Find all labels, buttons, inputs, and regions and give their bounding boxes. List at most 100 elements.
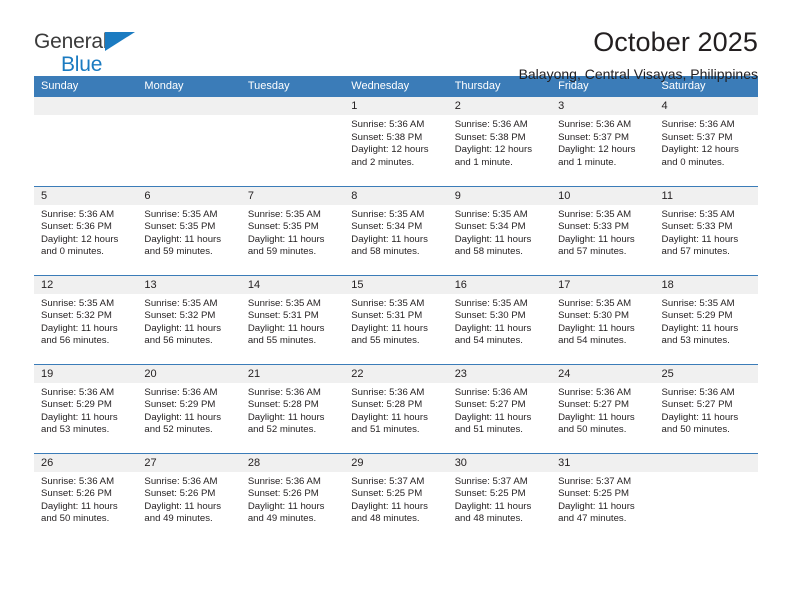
calendar-day-cell[interactable]: 11 Sunrise: 5:35 AM Sunset: 5:33 PM Dayligh… — [654, 185, 758, 275]
daylight-duration-line2: and 52 minutes. — [144, 424, 213, 436]
calendar-day-cell[interactable]: 3 Sunrise: 5:36 AM Sunset: 5:37 PM Daylight… — [551, 97, 655, 186]
calendar-day-cell[interactable]: 26 Sunrise: 5:36 AM Sunset: 5:26 PM Dayligh… — [34, 452, 138, 542]
sunrise-time: Sunrise: 5:37 AM — [454, 475, 528, 487]
day-number: 2 — [447, 97, 552, 115]
sunrise-time: Sunrise: 5:36 AM — [661, 386, 735, 398]
day-details: Sunrise: 5:36 AM Sunset: 5:27 PM Daylight:… — [447, 382, 552, 453]
sunrise-time: Sunrise: 5:35 AM — [661, 297, 735, 309]
calendar-day-cell[interactable]: 17 Sunrise: 5:35 AM Sunset: 5:30 PM Dayligh… — [551, 274, 655, 364]
daylight-duration-line2: and 1 minute. — [454, 156, 513, 168]
calendar-day-cell[interactable]: 20 Sunrise: 5:36 AM Sunset: 5:29 PM Dayligh… — [137, 363, 241, 453]
day-number: 14 — [240, 275, 345, 294]
sunset-time: Sunset: 5:33 PM — [558, 221, 630, 233]
page-header: General Blue October 2025 Balayong, Cent… — [34, 0, 758, 82]
daylight-duration-line1: Daylight: 12 hours — [351, 144, 429, 156]
calendar-day-cell-empty — [34, 97, 138, 186]
calendar-day-cell[interactable]: 23 Sunrise: 5:36 AM Sunset: 5:27 PM Dayligh… — [447, 363, 552, 453]
day-details: Sunrise: 5:35 AM Sunset: 5:31 PM Daylight:… — [344, 293, 448, 364]
calendar-day-cell[interactable]: 9 Sunrise: 5:35 AM Sunset: 5:34 PM Daylight… — [447, 185, 552, 275]
calendar-day-cell[interactable]: 5 Sunrise: 5:36 AM Sunset: 5:36 PM Daylight… — [34, 185, 138, 275]
calendar-day-cell[interactable]: 31 Sunrise: 5:37 AM Sunset: 5:25 PM Dayligh… — [551, 452, 655, 542]
day-number: 5 — [34, 186, 138, 205]
day-number: 1 — [344, 97, 448, 115]
sunrise-time: Sunrise: 5:35 AM — [41, 297, 115, 309]
daylight-duration-line1: Daylight: 11 hours — [351, 322, 428, 334]
day-details: Sunrise: 5:35 AM Sunset: 5:32 PM Daylight:… — [34, 293, 138, 364]
sunrise-time: Sunrise: 5:36 AM — [558, 386, 632, 398]
calendar-day-cell[interactable]: 4 Sunrise: 5:36 AM Sunset: 5:37 PM Daylight… — [654, 97, 758, 186]
sunset-time: Sunset: 5:37 PM — [558, 131, 630, 143]
calendar-day-cell[interactable]: 18 Sunrise: 5:35 AM Sunset: 5:29 PM Dayligh… — [654, 274, 758, 364]
calendar-day-cell-empty — [137, 97, 241, 186]
calendar-day-cell[interactable]: 22 Sunrise: 5:36 AM Sunset: 5:28 PM Dayligh… — [344, 363, 448, 453]
daylight-duration-line2: and 50 minutes. — [558, 424, 627, 436]
calendar-day-cell[interactable]: 27 Sunrise: 5:36 AM Sunset: 5:26 PM Dayligh… — [137, 452, 241, 542]
day-details: Sunrise: 5:37 AM Sunset: 5:25 PM Daylight:… — [344, 471, 448, 542]
day-number: 25 — [654, 364, 758, 383]
sunrise-time: Sunrise: 5:36 AM — [454, 386, 528, 398]
daylight-duration-line2: and 52 minutes. — [247, 424, 317, 436]
day-details: Sunrise: 5:37 AM Sunset: 5:25 PM Daylight:… — [447, 471, 552, 542]
daylight-duration-line2: and 51 minutes. — [454, 424, 523, 436]
sunset-time: Sunset: 5:29 PM — [41, 399, 112, 411]
sunset-time: Sunset: 5:38 PM — [454, 131, 526, 143]
sunset-time: Sunset: 5:27 PM — [558, 399, 630, 411]
daylight-duration-line2: and 54 minutes. — [454, 335, 523, 347]
day-number: 30 — [447, 453, 552, 472]
calendar-day-cell[interactable]: 12 Sunrise: 5:35 AM Sunset: 5:32 PM Dayligh… — [34, 274, 138, 364]
sunrise-time: Sunrise: 5:36 AM — [144, 475, 218, 487]
title-block: October 2025 Balayong, Central Visayas, … — [519, 26, 758, 84]
calendar-day-cell[interactable]: 14 Sunrise: 5:35 AM Sunset: 5:31 PM Dayligh… — [240, 274, 345, 364]
calendar-day-cell[interactable]: 30 Sunrise: 5:37 AM Sunset: 5:25 PM Dayligh… — [447, 452, 552, 542]
daylight-duration-line1: Daylight: 11 hours — [454, 322, 532, 334]
calendar-day-cell[interactable]: 28 Sunrise: 5:36 AM Sunset: 5:26 PM Dayligh… — [240, 452, 345, 542]
daylight-duration-line2: and 55 minutes. — [351, 335, 420, 347]
calendar-day-cell[interactable]: 25 Sunrise: 5:36 AM Sunset: 5:27 PM Dayligh… — [654, 363, 758, 453]
calendar-day-cell[interactable]: 15 Sunrise: 5:35 AM Sunset: 5:31 PM Dayligh… — [344, 274, 448, 364]
day-details: Sunrise: 5:35 AM Sunset: 5:31 PM Daylight:… — [240, 293, 345, 364]
daylight-duration-line1: Daylight: 11 hours — [41, 322, 118, 334]
day-number: 9 — [447, 186, 552, 205]
daylight-duration-line1: Daylight: 11 hours — [144, 322, 222, 334]
daylight-duration-line1: Daylight: 11 hours — [247, 411, 325, 423]
calendar-day-cell-empty — [654, 452, 758, 542]
day-number: 12 — [34, 275, 138, 294]
day-number: 29 — [344, 453, 448, 472]
calendar-day-cell[interactable]: 21 Sunrise: 5:36 AM Sunset: 5:28 PM Dayligh… — [240, 363, 345, 453]
calendar-day-cell[interactable]: 2 Sunrise: 5:36 AM Sunset: 5:38 PM Daylight… — [447, 97, 552, 186]
sunset-time: Sunset: 5:37 PM — [661, 131, 733, 143]
day-number: 13 — [137, 275, 241, 294]
calendar-day-cell[interactable]: 1 Sunrise: 5:36 AM Sunset: 5:38 PM Daylight… — [344, 97, 448, 186]
sunset-time: Sunset: 5:31 PM — [247, 310, 319, 322]
day-details: Sunrise: 5:36 AM Sunset: 5:27 PM Daylight:… — [654, 382, 758, 453]
sunset-time: Sunset: 5:25 PM — [454, 488, 526, 500]
calendar-day-cell[interactable]: 7 Sunrise: 5:35 AM Sunset: 5:35 PM Daylight… — [240, 185, 345, 275]
calendar-day-cell[interactable]: 24 Sunrise: 5:36 AM Sunset: 5:27 PM Dayligh… — [551, 363, 655, 453]
sunrise-time: Sunrise: 5:36 AM — [247, 386, 321, 398]
general-blue-logo[interactable]: General Blue — [34, 26, 174, 76]
calendar-day-cell[interactable]: 13 Sunrise: 5:35 AM Sunset: 5:32 PM Dayligh… — [137, 274, 241, 364]
calendar-day-cell[interactable]: 19 Sunrise: 5:36 AM Sunset: 5:29 PM Dayligh… — [34, 363, 138, 453]
day-details: Sunrise: 5:36 AM Sunset: 5:26 PM Daylight:… — [34, 471, 138, 542]
sunset-time: Sunset: 5:30 PM — [558, 310, 630, 322]
sunrise-time: Sunrise: 5:35 AM — [351, 297, 425, 309]
calendar-day-cell[interactable]: 16 Sunrise: 5:35 AM Sunset: 5:30 PM Dayligh… — [447, 274, 552, 364]
calendar-day-cell[interactable]: 8 Sunrise: 5:35 AM Sunset: 5:34 PM Daylight… — [344, 185, 448, 275]
calendar-day-cell[interactable]: 10 Sunrise: 5:35 AM Sunset: 5:33 PM Dayligh… — [551, 185, 655, 275]
daylight-duration-line1: Daylight: 11 hours — [144, 233, 222, 245]
daylight-duration-line2: and 56 minutes. — [41, 335, 110, 347]
sunrise-time: Sunrise: 5:36 AM — [558, 119, 632, 130]
daylight-duration-line2: and 49 minutes. — [247, 513, 317, 525]
calendar-body: 1 Sunrise: 5:36 AM Sunset: 5:38 PM Daylight… — [34, 97, 758, 542]
calendar-day-cell[interactable]: 6 Sunrise: 5:35 AM Sunset: 5:35 PM Daylight… — [137, 185, 241, 275]
day-number: 24 — [551, 364, 655, 383]
day-number: 18 — [654, 275, 758, 294]
sunset-time: Sunset: 5:34 PM — [351, 221, 423, 233]
day-number: 26 — [34, 453, 138, 472]
day-details: Sunrise: 5:36 AM Sunset: 5:38 PM Daylight:… — [447, 115, 552, 185]
sunset-time: Sunset: 5:29 PM — [144, 399, 216, 411]
day-number: 22 — [344, 364, 448, 383]
weekday-header-monday: Monday — [137, 76, 241, 97]
calendar-day-cell[interactable]: 29 Sunrise: 5:37 AM Sunset: 5:25 PM Dayligh… — [344, 452, 448, 542]
day-details: Sunrise: 5:36 AM Sunset: 5:27 PM Daylight:… — [551, 382, 655, 453]
